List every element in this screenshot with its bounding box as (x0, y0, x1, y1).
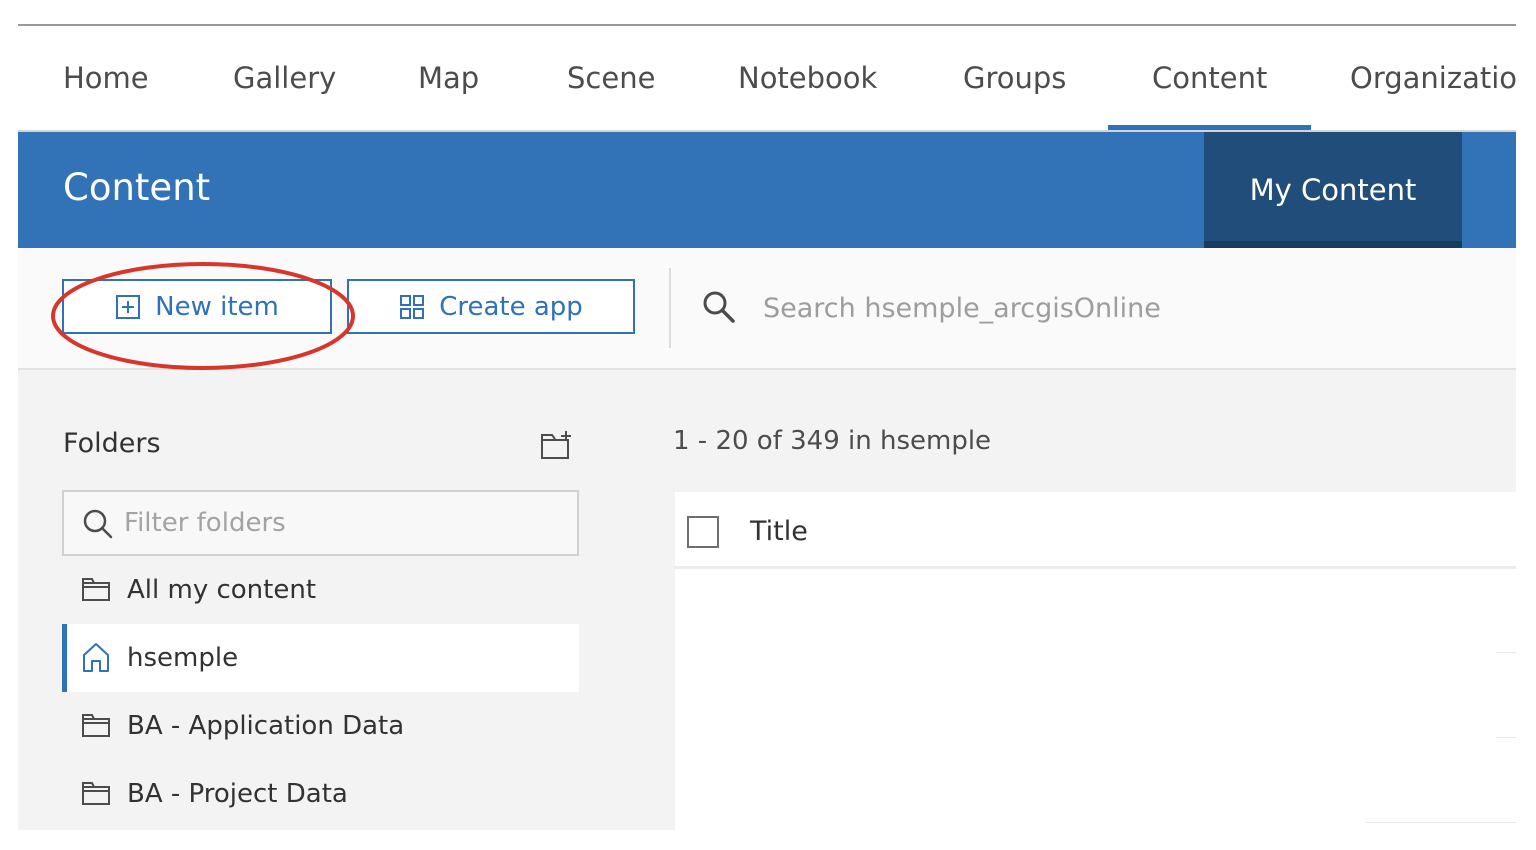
content-body: Folders All my content (18, 370, 1516, 830)
folder-icon (82, 578, 110, 601)
page-title: Content (63, 166, 211, 209)
nav-gallery[interactable]: Gallery (233, 26, 336, 130)
create-app-button[interactable]: Create app (347, 279, 635, 334)
filter-folders-box (62, 490, 579, 556)
add-square-icon (116, 294, 141, 319)
toolbar-divider (669, 268, 671, 348)
folder-label: All my content (127, 575, 317, 605)
row-divider (1496, 737, 1516, 738)
folder-ba-project-data[interactable]: BA - Project Data (62, 760, 579, 828)
tab-my-content-label: My Content (1249, 173, 1417, 207)
results-count: 1 - 20 of 349 in hsemple (673, 426, 992, 456)
new-folder-icon[interactable] (540, 430, 574, 460)
apps-grid-icon (400, 294, 425, 319)
folder-hsemple[interactable]: hsemple (62, 624, 579, 692)
top-nav: Home Gallery Map Scene Notebook Groups C… (18, 26, 1516, 132)
folders-heading: Folders (63, 428, 161, 459)
table-header: Title (675, 492, 1516, 569)
nav-map[interactable]: Map (418, 26, 479, 130)
content-toolbar: New item Create app (18, 248, 1516, 370)
content-header: Content My Content (18, 132, 1516, 248)
folder-all-my-content[interactable]: All my content (62, 556, 579, 624)
filter-folders-input[interactable] (124, 501, 564, 545)
row-divider (1496, 652, 1516, 653)
folder-icon (82, 782, 110, 805)
row-divider (1366, 822, 1516, 823)
folder-label: hsemple (127, 643, 239, 673)
folder-ba-application-data[interactable]: BA - Application Data (62, 692, 579, 760)
nav-content[interactable]: Content (1107, 26, 1312, 130)
search-icon (703, 291, 735, 323)
home-icon (83, 643, 109, 672)
create-app-label: Create app (439, 291, 583, 322)
nav-scene[interactable]: Scene (567, 26, 655, 130)
folder-icon (82, 714, 110, 737)
search-input[interactable] (763, 284, 1463, 332)
nav-notebook[interactable]: Notebook (738, 26, 877, 130)
content-table: Title (675, 492, 1516, 830)
select-all-checkbox[interactable] (687, 516, 719, 548)
column-header-title[interactable]: Title (750, 492, 808, 572)
folder-label: BA - Application Data (127, 711, 405, 741)
folder-label: BA - Project Data (127, 779, 348, 809)
app-frame: Home Gallery Map Scene Notebook Groups C… (18, 0, 1516, 830)
nav-organization[interactable]: Organization (1350, 26, 1516, 130)
tab-my-content[interactable]: My Content (1204, 132, 1462, 248)
nav-groups[interactable]: Groups (963, 26, 1066, 130)
nav-home[interactable]: Home (63, 26, 149, 130)
new-item-button[interactable]: New item (62, 279, 332, 334)
filter-search-icon (83, 509, 113, 539)
new-item-label: New item (155, 291, 279, 322)
